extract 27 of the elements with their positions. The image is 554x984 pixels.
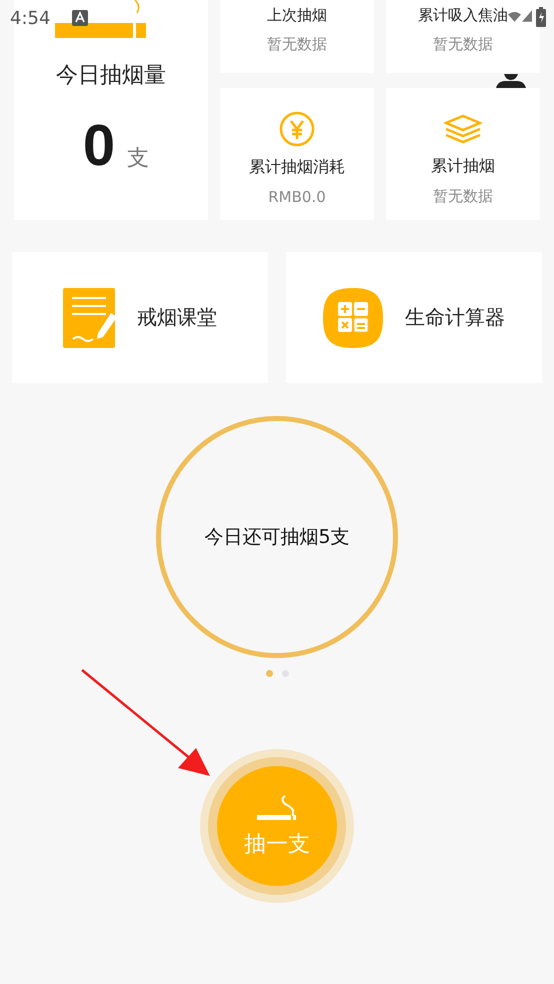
yen-coin-icon: [279, 111, 315, 147]
layers-icon: [444, 114, 482, 146]
notepad-pencil-icon: [63, 288, 117, 348]
person-icon: [496, 74, 526, 88]
stat-value: 暂无数据: [433, 187, 493, 206]
today-title: 今日抽烟量: [56, 62, 166, 90]
count-unit: 支: [127, 145, 150, 173]
stat-label: 累计抽烟消耗: [249, 157, 345, 178]
stat-label: 累计吸入焦油: [418, 6, 508, 25]
stat-value: RMB0.0: [268, 188, 326, 206]
status-time: 4:54: [10, 8, 50, 29]
remaining-text: 今日还可抽烟5支: [204, 525, 350, 550]
smoking-icon: [255, 793, 299, 823]
shortcut-card[interactable]: 戒烟课堂: [12, 252, 268, 383]
shortcut-label: 戒烟课堂: [137, 304, 217, 331]
stat-value: 暂无数据: [433, 35, 493, 54]
calculator-icon: [323, 288, 383, 348]
cigarette-icon: [55, 0, 147, 40]
shortcut-card[interactable]: 生命计算器: [286, 252, 542, 383]
shortcut-label: 生命计算器: [405, 304, 505, 331]
stat-label: 上次抽烟: [267, 6, 327, 25]
stat-value: 暂无数据: [267, 35, 327, 54]
stat-label: 累计抽烟: [431, 156, 495, 177]
signal-icon: [522, 10, 532, 22]
today-count: 0: [82, 112, 116, 179]
wifi-icon: [508, 11, 521, 22]
notification-icon: [72, 10, 88, 26]
